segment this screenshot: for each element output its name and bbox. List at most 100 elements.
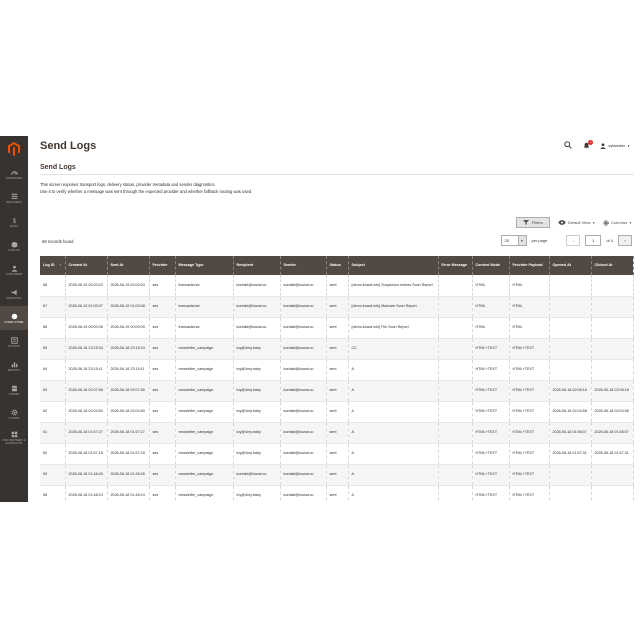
dollar-icon: $	[10, 217, 19, 223]
column-header[interactable]: Opened At	[549, 256, 592, 275]
sort-arrow-icon: ↑	[59, 263, 62, 268]
send-logs-table: Log ID ↑ Created At Sent At Provider Message …	[40, 256, 634, 502]
table-cell: ses	[149, 401, 176, 423]
table-cell	[438, 422, 473, 444]
sidebar-item[interactable]: Kowal Store	[0, 306, 28, 330]
table-cell: HTML+TEXT	[472, 401, 510, 423]
sidebar-item[interactable]: Content	[0, 330, 28, 354]
filters-button[interactable]: Filters	[515, 217, 550, 228]
table-cell: sent	[326, 359, 349, 381]
column-header[interactable]: Content Mode	[472, 256, 510, 275]
column-header[interactable]: Message Type	[175, 256, 234, 275]
sidebar-item[interactable]: Reports	[0, 354, 28, 378]
chevron-down-icon: ▼	[627, 143, 630, 148]
column-header-label: Clicked At	[594, 263, 613, 268]
table-cell	[549, 317, 592, 339]
section-description: This screen exposes transport logs, deli…	[40, 181, 252, 195]
table-cell: sent	[326, 485, 349, 502]
sidebar-item[interactable]: Marketing	[0, 282, 28, 306]
sidebar-item-label: Stores	[8, 392, 20, 396]
table-row[interactable]: 63 2026-06-18 02:07:56 2026-06-18 02:07:56…	[40, 380, 634, 402]
sidebar-item[interactable]: Customers	[0, 258, 28, 282]
table-row[interactable]: 65 2026-06-18 23:15:34 2026-06-18 23:15:34…	[40, 338, 634, 360]
table-cell: [demo.kowal.info] File Scan Report	[348, 317, 439, 339]
table-cell: A	[348, 401, 439, 423]
table-cell	[549, 296, 592, 318]
table-cell: HTML+TEXT	[472, 422, 510, 444]
user-menu[interactable]: sylwester ▼	[600, 142, 630, 149]
table-cell: toy@4my.baby	[233, 338, 281, 360]
table-cell: 61	[40, 422, 66, 444]
search-icon[interactable]	[564, 141, 573, 150]
table-cell: HTML+TEXT	[472, 359, 510, 381]
table-cell: toy@4my.baby	[233, 380, 281, 402]
column-header[interactable]: Provider Payload	[509, 256, 550, 275]
sidebar-item-label: Marketing	[6, 296, 22, 300]
next-page-button[interactable]: ›	[618, 235, 632, 246]
column-header[interactable]: Error Message	[438, 256, 473, 275]
table-row[interactable]: 60 2026-06-18 01:57:18 2026-06-18 01:57:18…	[40, 443, 634, 465]
admin-window: Dashboard Mega Menu $ Sales Catalog Customers…	[0, 136, 640, 502]
columns-control[interactable]: Columns ▼	[603, 219, 632, 226]
table-cell: HTML+TEXT	[509, 464, 550, 486]
table-cell	[438, 359, 473, 381]
sidebar-item[interactable]: System	[0, 402, 28, 426]
column-header[interactable]: Clicked At	[591, 256, 634, 275]
table-cell: HTML+TEXT	[509, 485, 550, 502]
table-cell: HTML+TEXT	[509, 359, 550, 381]
table-cell: 2026-06-18 01:57:27	[65, 422, 108, 444]
table-cell	[438, 338, 473, 360]
table-row[interactable]: 58 2026-06-18 01:48:24 2026-06-18 01:48:24…	[40, 485, 634, 502]
column-header-label: Provider	[152, 263, 168, 268]
table-cell: 2026-06-19 01:00:08	[107, 296, 150, 318]
column-header[interactable]: Recipient	[233, 256, 281, 275]
table-cell	[438, 317, 473, 339]
column-header-label: Recipient	[236, 263, 254, 268]
sidebar-item[interactable]: Catalog	[0, 234, 28, 258]
sidebar-item[interactable]: $ Sales	[0, 210, 28, 234]
column-header-label: Provider Payload	[512, 263, 543, 268]
per-page-label: per page	[531, 238, 548, 243]
sidebar-item[interactable]: Dashboard	[0, 162, 28, 186]
store-icon	[10, 313, 19, 320]
table-cell: 2026-06-18 01:57:27	[107, 422, 150, 444]
table-row[interactable]: 61 2026-06-18 01:57:27 2026-06-18 01:57:27…	[40, 422, 634, 444]
magento-logo[interactable]	[0, 136, 28, 162]
column-header[interactable]: Status	[326, 256, 349, 275]
table-row[interactable]: 68 2026-06-19 02:00:03 2026-06-19 02:00:04…	[40, 275, 634, 297]
table-cell: HTML+TEXT	[472, 338, 510, 360]
page-number-input[interactable]: 1	[585, 235, 602, 246]
sidebar-item[interactable]: Mega Menu	[0, 186, 28, 210]
table-row[interactable]: 59 2026-06-18 01:48:45 2026-06-18 01:48:45…	[40, 464, 634, 486]
table-row[interactable]: 62 2026-06-18 02:04:50 2026-06-18 02:04:50…	[40, 401, 634, 423]
per-page-select[interactable]: 20 ▼	[500, 235, 527, 246]
column-header[interactable]: Subject	[348, 256, 439, 275]
table-cell: kontakt@kowal.co	[233, 317, 281, 339]
table-row[interactable]: 64 2026-06-18 23:15:11 2026-06-18 23:15:11…	[40, 359, 634, 381]
table-cell: 2026-06-18 02:07:56	[107, 380, 150, 402]
sidebar-item[interactable]: Stores	[0, 378, 28, 402]
page-count: of 4	[606, 238, 613, 243]
previous-page-button[interactable]: ‹	[566, 235, 581, 246]
dashboard-icon	[10, 169, 19, 176]
view-switcher[interactable]: Default View ▼	[558, 220, 595, 225]
table-row[interactable]: 67 2026-06-19 01:00:07 2026-06-19 01:00:08…	[40, 296, 634, 318]
column-header[interactable]: Sender	[280, 256, 327, 275]
table-cell	[438, 296, 473, 318]
column-header[interactable]: Log ID ↑	[40, 256, 66, 275]
table-row[interactable]: 66 2026-06-19 00:00:08 2026-06-19 00:00:09…	[40, 317, 634, 339]
table-cell	[549, 485, 592, 502]
column-header[interactable]: Provider	[149, 256, 176, 275]
table-cell: 62	[40, 401, 66, 423]
table-cell: kontakt@kowal.co	[280, 443, 327, 465]
notifications-button[interactable]: 1	[582, 139, 594, 150]
column-header-label: Sent At	[110, 263, 124, 268]
table-cell: HTML+TEXT	[509, 443, 550, 465]
sidebar-item[interactable]: Find Partners & Extensions	[0, 426, 28, 450]
mega-menu-icon	[10, 193, 19, 200]
table-body: 68 2026-06-19 02:00:03 2026-06-19 02:00:04…	[40, 275, 634, 502]
table-cell: newsletter_campaign	[175, 380, 234, 402]
column-header[interactable]: Created At	[65, 256, 108, 275]
column-header[interactable]: Sent At	[107, 256, 150, 275]
chevron-down-icon: ▼	[592, 220, 596, 225]
